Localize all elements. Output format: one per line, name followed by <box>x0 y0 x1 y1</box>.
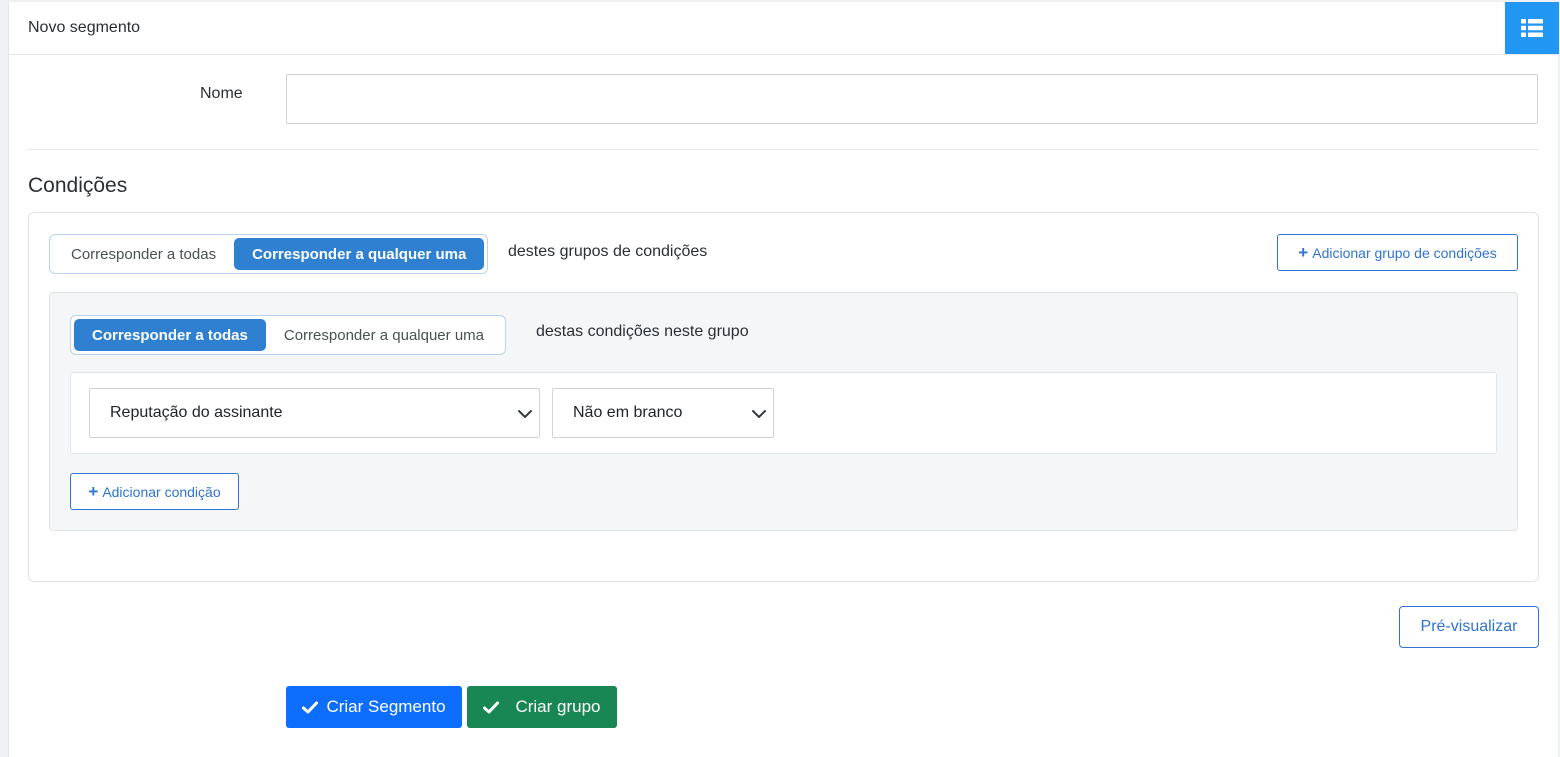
create-group-label: Criar grupo <box>515 697 601 716</box>
groups-match-toggle: Corresponder a todas Corresponder a qual… <box>49 234 489 274</box>
condition-field-value: Reputação do assinante <box>110 404 283 421</box>
list-view-button[interactable] <box>1505 2 1559 54</box>
conditions-match-toggle: Corresponder a todas Corresponder a qual… <box>70 315 506 355</box>
divider <box>28 149 1539 150</box>
match-all-groups-option[interactable]: Corresponder a todas <box>53 238 234 270</box>
add-condition-button[interactable]: + Adicionar condição <box>70 473 239 510</box>
condition-group: Corresponder a todas Corresponder a qual… <box>49 292 1518 531</box>
plus-icon: + <box>1298 243 1309 262</box>
check-icon <box>302 701 319 713</box>
new-segment-panel: Novo segmento Nome Condições Corresponde… <box>8 2 1559 757</box>
name-input[interactable] <box>286 74 1538 124</box>
name-label: Nome <box>200 85 243 102</box>
add-condition-group-button[interactable]: + Adicionar grupo de condições <box>1277 234 1518 271</box>
condition-operator-select[interactable]: Não em branco <box>552 388 774 438</box>
plus-icon: + <box>88 482 99 501</box>
conditions-title: Condições <box>28 174 128 197</box>
condition-field-select[interactable]: Reputação do assinante <box>89 388 540 438</box>
condition-row: Reputação do assinante Não em branco <box>70 372 1497 454</box>
create-segment-label: Criar Segmento <box>326 697 446 716</box>
match-any-group-option[interactable]: Corresponder a qualquer uma <box>234 238 485 270</box>
match-any-condition-option[interactable]: Corresponder a qualquer uma <box>266 319 502 351</box>
panel-header: Novo segmento <box>9 2 1559 55</box>
create-segment-button[interactable]: Criar Segmento <box>286 686 462 728</box>
create-group-button[interactable]: Criar grupo <box>467 686 617 728</box>
check-icon <box>483 701 500 713</box>
chevron-down-icon <box>752 410 766 418</box>
conditions-card: Corresponder a todas Corresponder a qual… <box>28 212 1539 582</box>
list-icon <box>1521 19 1543 37</box>
groups-match-suffix: destes grupos de condições <box>508 243 708 260</box>
conditions-match-suffix: destas condições neste grupo <box>536 323 749 340</box>
chevron-down-icon <box>518 410 532 418</box>
page-title: Novo segmento <box>28 19 141 36</box>
add-condition-label: Adicionar condição <box>102 483 221 500</box>
condition-operator-value: Não em branco <box>573 404 683 421</box>
match-all-conditions-option[interactable]: Corresponder a todas <box>74 319 266 351</box>
add-condition-group-label: Adicionar grupo de condições <box>1312 244 1497 261</box>
preview-button[interactable]: Pré-visualizar <box>1399 606 1539 648</box>
